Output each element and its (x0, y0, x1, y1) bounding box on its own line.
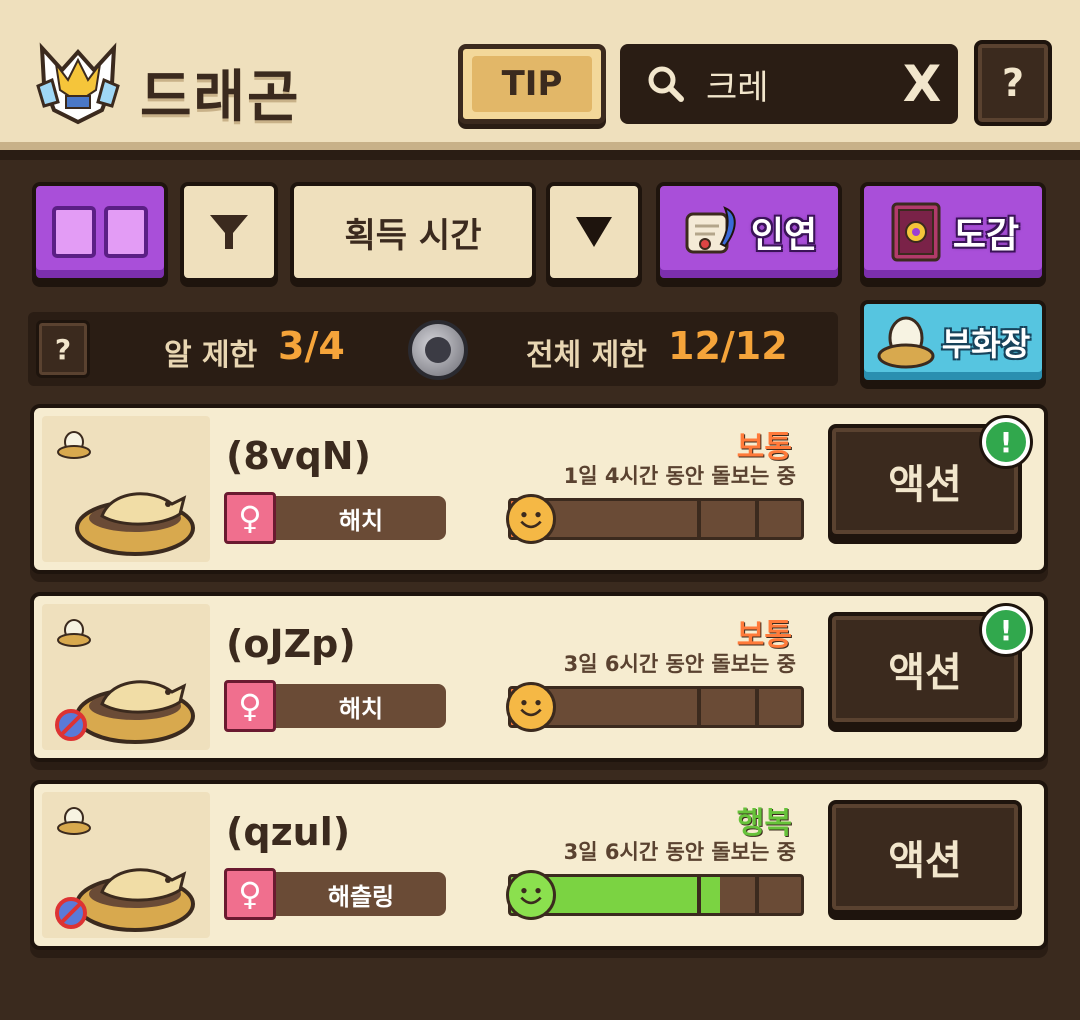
view-toggle-button[interactable] (32, 182, 168, 282)
encyclopedia-button[interactable]: 도감 (860, 182, 1046, 282)
care-duration: 3일 6시간 동안 돌보는 중 (563, 652, 796, 676)
bar-tick (754, 877, 759, 913)
filter-button[interactable] (180, 182, 278, 282)
sort-direction-button[interactable] (546, 182, 642, 282)
limit-help-button[interactable]: ? (36, 320, 90, 378)
bar-tick (696, 689, 701, 725)
smiley-face-icon (506, 494, 556, 544)
incubator-button[interactable]: 부화장 (860, 300, 1046, 384)
header-divider (0, 150, 1080, 160)
dragon-name: (qzul) (226, 810, 351, 854)
dragon-thumbnail (42, 416, 210, 562)
smiley-face-icon (506, 682, 556, 732)
alert-badge-icon: ! (982, 418, 1030, 466)
dragon-thumbnail (42, 604, 210, 750)
total-limit-value: 12/12 (668, 324, 788, 368)
dragon-in-nest-icon (75, 680, 195, 744)
clear-search-button[interactable]: X (896, 52, 948, 116)
bond-label: 인연 (750, 215, 818, 256)
dragon-card[interactable]: (8vqN) ♀ 해치 보통 1일 4시간 동안 돌보는 중 액션 ! (30, 404, 1048, 574)
search-box: X (620, 44, 958, 124)
bar-tick (696, 877, 701, 913)
filter-icon (210, 215, 248, 249)
limit-bar: ? 알 제한 3/4 전체 제한 12/12 (28, 312, 838, 386)
incubator-label: 부화장 (941, 325, 1031, 363)
dragon-in-nest-icon (75, 492, 195, 556)
silver-coin-icon (408, 320, 468, 380)
egg-icon (57, 431, 91, 459)
dragon-thumbnail (42, 792, 210, 938)
growth-stage: 해치 (276, 684, 446, 728)
care-duration: 1일 4시간 동안 돌보는 중 (563, 464, 796, 488)
bar-tick (696, 501, 701, 537)
grid-view-icon (104, 206, 148, 258)
dragon-card[interactable]: (qzul) ♀ 해츨링 행복 3일 6시간 동안 돌보는 중 액션 (30, 780, 1048, 950)
smiley-face-icon (506, 870, 556, 920)
bond-button[interactable]: 인연 (656, 182, 842, 282)
dragon-logo-icon (36, 42, 120, 125)
sort-by-button[interactable]: 획득 시간 (290, 182, 536, 282)
grid-view-icon (52, 206, 96, 258)
header: 드래곤 TIP X ? (0, 0, 1080, 150)
growth-stage: 해치 (276, 496, 446, 540)
no-swap-icon (55, 709, 87, 741)
search-input[interactable] (706, 64, 906, 104)
book-icon (891, 202, 941, 262)
egg-limit-value: 3/4 (278, 324, 345, 368)
care-duration: 3일 6시간 동안 돌보는 중 (563, 840, 796, 864)
female-icon: ♀ (224, 680, 276, 732)
scroll-quill-icon (685, 206, 736, 254)
encyclopedia-label: 도감 (952, 215, 1020, 256)
egg-icon (57, 807, 91, 835)
page-title: 드래곤 (140, 65, 301, 130)
female-icon: ♀ (224, 868, 276, 920)
triangle-down-icon (576, 217, 612, 247)
bar-tick (754, 501, 759, 537)
tip-button[interactable]: TIP (458, 44, 606, 124)
total-limit-label: 전체 제한 (526, 338, 647, 373)
dragon-in-nest-icon (75, 868, 195, 932)
tip-label: TIP (472, 56, 592, 112)
egg-nest-icon (877, 316, 935, 369)
action-button[interactable]: 액션 (828, 800, 1022, 914)
help-button[interactable]: ? (974, 40, 1052, 126)
no-swap-icon (55, 897, 87, 929)
dragon-name: (8vqN) (226, 434, 371, 478)
dragon-card[interactable]: (oJZp) ♀ 해치 보통 3일 6시간 동안 돌보는 중 액션 ! (30, 592, 1048, 762)
egg-limit-label: 알 제한 (164, 338, 258, 373)
search-icon (648, 66, 684, 102)
female-icon: ♀ (224, 492, 276, 544)
dragon-name: (oJZp) (226, 622, 356, 666)
egg-icon (57, 619, 91, 647)
alert-badge-icon: ! (982, 606, 1030, 654)
bar-tick (754, 689, 759, 725)
growth-stage: 해츨링 (276, 872, 446, 916)
